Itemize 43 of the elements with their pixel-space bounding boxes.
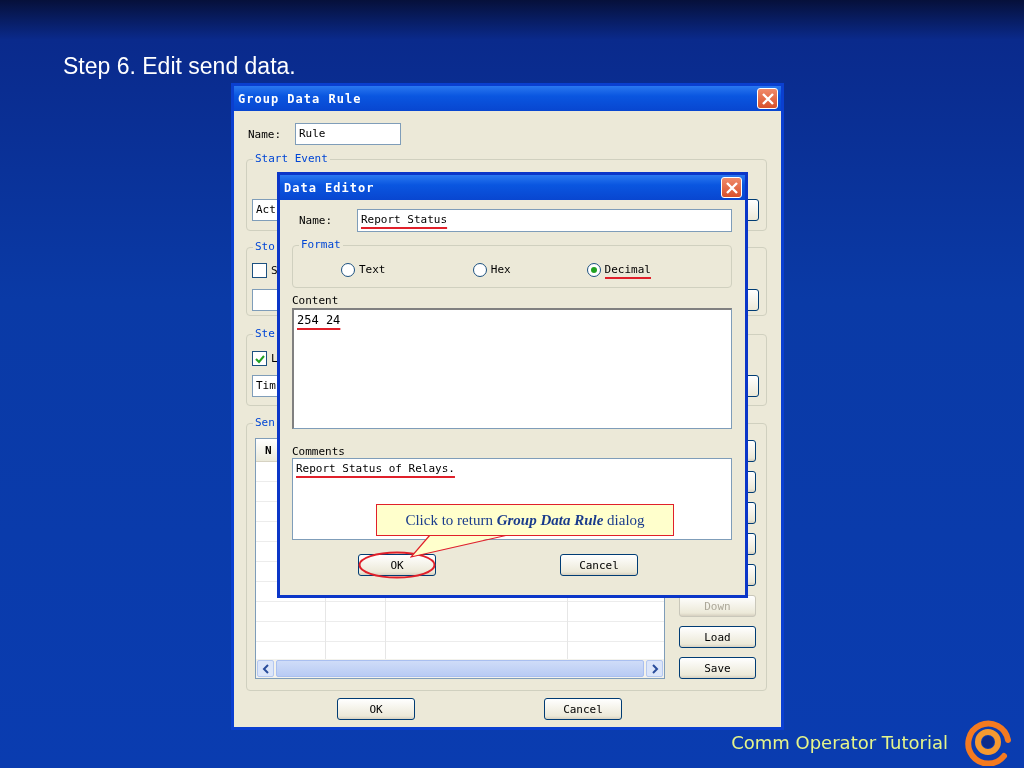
- checkbox-label: L: [271, 352, 278, 365]
- chevron-right-icon: [650, 663, 659, 674]
- group-label: Ste: [253, 327, 277, 340]
- radio-button[interactable]: [586, 262, 601, 277]
- content-field[interactable]: 254 24: [292, 308, 732, 429]
- close-icon: [761, 92, 774, 105]
- name-field[interactable]: Report Status: [357, 209, 732, 232]
- radio-label: Hex: [490, 263, 511, 278]
- scroll-right-button[interactable]: [646, 660, 663, 677]
- group-label: Sen: [253, 416, 277, 429]
- group-label: Sto: [253, 240, 277, 253]
- name-field[interactable]: Rule: [295, 123, 401, 145]
- group-label: Start Event: [253, 152, 330, 165]
- content-label: Content: [292, 294, 340, 308]
- radio-button[interactable]: [472, 262, 487, 277]
- dialog-button[interactable]: OK: [337, 698, 415, 720]
- window-title: Group Data Rule: [238, 91, 362, 106]
- radio-button[interactable]: [341, 262, 355, 277]
- close-button[interactable]: [757, 88, 778, 109]
- checkbox[interactable]: [252, 351, 267, 366]
- name-label: Name:: [298, 214, 334, 227]
- logo-icon: [964, 718, 1012, 766]
- footer-text: Comm Operator Tutorial: [731, 731, 948, 753]
- column-header[interactable]: N: [265, 443, 272, 457]
- name-label: Name:: [247, 127, 283, 141]
- group-label: Format: [299, 238, 343, 251]
- chevron-left-icon: [261, 663, 270, 674]
- close-button[interactable]: [721, 177, 742, 198]
- window-title: Data Editor: [284, 180, 375, 195]
- radio-label: Decimal: [604, 263, 651, 279]
- radio-label: Text: [359, 263, 386, 278]
- comments-label: Comments: [292, 445, 346, 458]
- slide-title: Step 6. Edit send data.: [63, 53, 296, 80]
- scrollbar-thumb[interactable]: [276, 660, 644, 677]
- dialog-button[interactable]: Cancel: [544, 698, 622, 720]
- action-button[interactable]: Save: [679, 657, 756, 679]
- close-icon: [725, 181, 738, 194]
- action-button[interactable]: Load: [679, 626, 756, 648]
- callout-text: Click to return Group Data Rule dialog: [405, 511, 645, 529]
- checkbox[interactable]: [252, 263, 267, 278]
- checkbox-label: S: [271, 264, 278, 277]
- dialog-button[interactable]: Cancel: [560, 554, 638, 576]
- scroll-left-button[interactable]: [257, 660, 274, 677]
